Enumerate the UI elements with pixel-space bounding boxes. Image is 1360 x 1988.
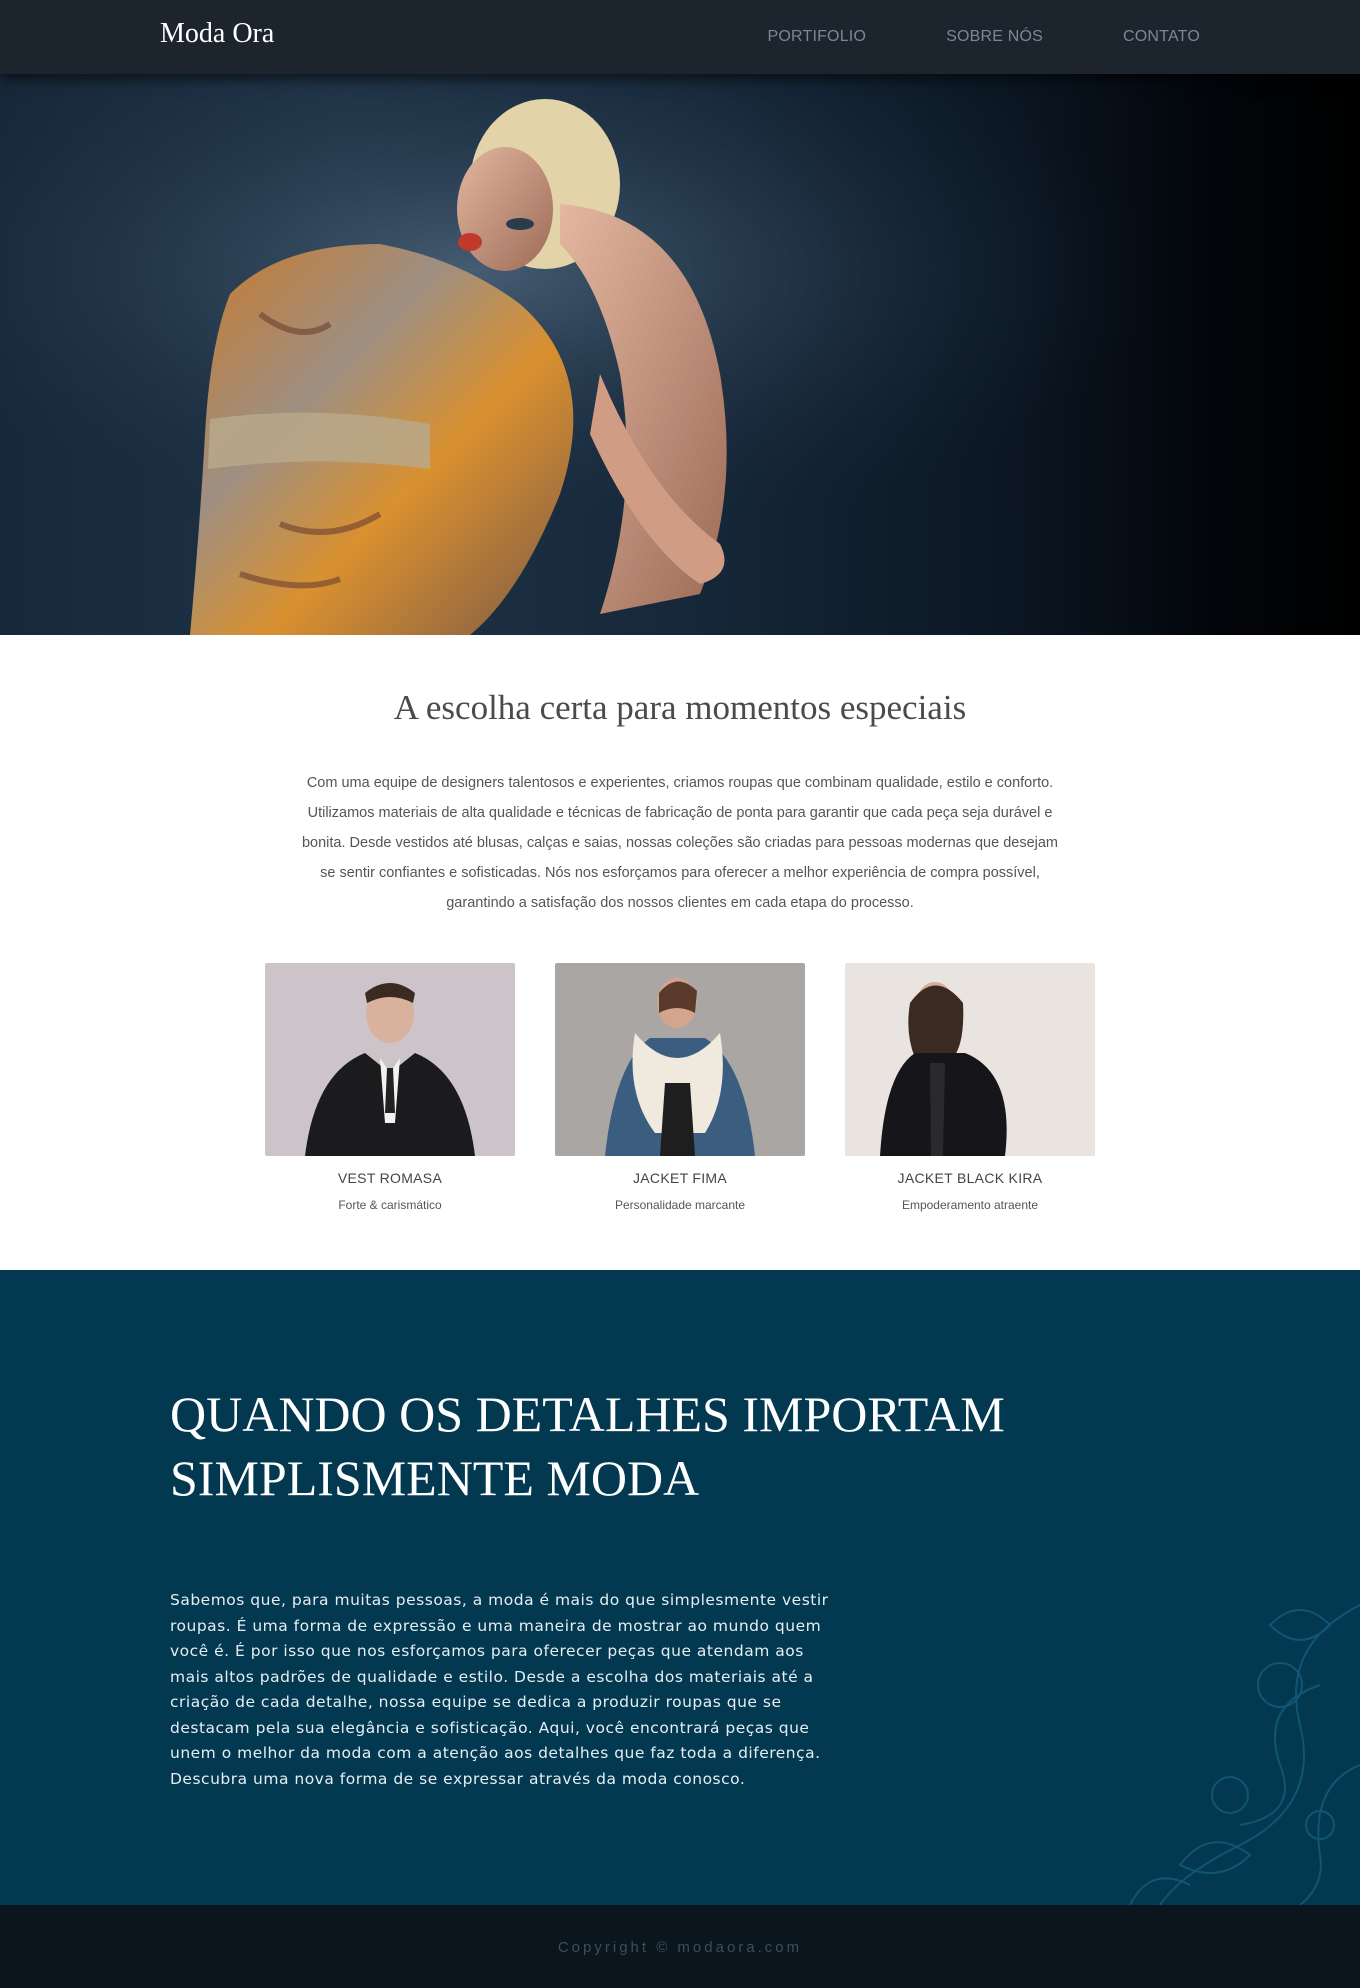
feature-title-line-1: QUANDO OS DETALHES IMPORTAM [170,1386,1005,1442]
product-description: Forte & carismático [338,1198,442,1212]
product-image-jacket-fima[interactable] [555,963,805,1156]
brand-logo[interactable]: Moda Ora [160,18,274,50]
hero-banner [0,74,1360,635]
product-name: VEST ROMASA [337,1170,443,1186]
floral-pattern-decoration [1129,1604,1360,1905]
feature-section: QUANDO OS DETALHES IMPORTAM SIMPLISMENTE… [0,1270,1360,1905]
hero-model-photo [0,74,1360,635]
product-description: Empoderamento atraente [901,1198,1039,1212]
product-description: Personalidade marcante [614,1198,746,1212]
product-image-jacket-black-kira[interactable] [845,963,1095,1156]
product-image-vest-romasa[interactable] [265,963,515,1156]
feature-title: QUANDO OS DETALHES IMPORTAM SIMPLISMENTE… [170,1382,1070,1510]
product-card[interactable]: JACKET BLACK KIRA Empoderamento atraente [845,963,1095,1212]
product-card[interactable]: VEST ROMASA Forte & carismático [265,963,515,1212]
intro-title: A escolha certa para momentos especiais [393,688,967,727]
nav-link-contato[interactable]: CONTATO [1123,28,1200,46]
intro-text: Com uma equipe de designers talentosos e… [301,775,1059,911]
product-card[interactable]: JACKET FIMA Personalidade marcante [555,963,805,1212]
copyright-text: Copyright © modaora.com [557,1939,803,1956]
nav-menu: PORTIFOLIO SOBRE NÓS CONTATO [767,28,1200,46]
nav-link-portifolio[interactable]: PORTIFOLIO [767,28,866,46]
product-grid: VEST ROMASA Forte & carismático JACKET F… [265,963,1095,1223]
feature-text: Sabemos que, para muitas pessoas, a moda… [170,1591,829,1788]
feature-title-line-2: SIMPLISMENTE MODA [170,1450,700,1506]
nav-link-sobre-nos[interactable]: SOBRE NÓS [946,28,1043,46]
product-name: JACKET FIMA [632,1170,728,1186]
footer: Copyright © modaora.com [0,1905,1360,1988]
product-name: JACKET BLACK KIRA [897,1170,1043,1186]
navbar: Moda Ora PORTIFOLIO SOBRE NÓS CONTATO [0,0,1360,74]
